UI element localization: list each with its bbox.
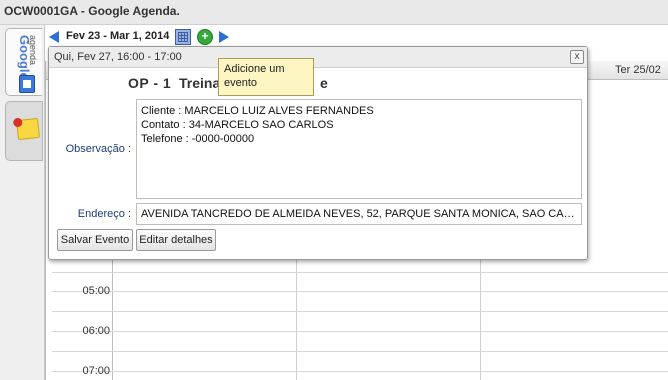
endereco-value: AVENIDA TANCREDO DE ALMEIDA NEVES, 52, P…	[141, 208, 582, 220]
day-header-tue[interactable]: Ter 25/02	[615, 64, 661, 76]
endereco-label: Endereço :	[77, 208, 131, 220]
hour-line	[52, 272, 668, 273]
left-sidebar: Google agenda	[0, 25, 45, 380]
calendar-toolbar: Fev 23 - Mar 1, 2014 +	[45, 25, 668, 47]
save-event-button[interactable]: Salvar Evento	[57, 229, 133, 251]
observacao-line: Contato : 34-MARCELO SAO CARLOS	[141, 119, 334, 131]
window-title: OCW0001GA - Google Agenda.	[4, 4, 180, 18]
half-hour-line	[52, 291, 668, 292]
event-code: OP - 1	[128, 75, 172, 91]
hour-label: 05:00	[82, 285, 110, 297]
hour-line	[52, 311, 668, 312]
arrow-right-icon[interactable]	[219, 31, 229, 43]
edit-details-button[interactable]: Editar detalhes	[136, 229, 216, 251]
calendar-icon	[19, 75, 35, 93]
event-popup: Qui, Fev 27, 16:00 - 17:00 x OP - 1 Trei…	[48, 46, 588, 260]
calendar-grid-icon[interactable]	[175, 29, 191, 45]
agenda-logo-label: agenda	[28, 35, 38, 66]
date-range-label: Fev 23 - Mar 1, 2014	[66, 30, 170, 42]
observacao-line: Cliente : MARCELO LUIZ ALVES FERNANDES	[141, 105, 374, 117]
half-hour-line	[52, 371, 668, 372]
half-hour-line	[52, 331, 668, 332]
endereco-field[interactable]: AVENIDA TANCREDO DE ALMEIDA NEVES, 52, P…	[136, 203, 582, 225]
observacao-field[interactable]: Cliente : MARCELO LUIZ ALVES FERNANDES C…	[136, 99, 582, 199]
event-datetime: Qui, Fev 27, 16:00 - 17:00	[54, 51, 182, 63]
sidebar-tab-notes[interactable]	[5, 101, 43, 161]
hour-line	[52, 351, 668, 352]
event-popup-header: Qui, Fev 27, 16:00 - 17:00 x	[49, 47, 587, 68]
observacao-line: Telefone : -0000-00000	[141, 133, 255, 145]
arrow-left-icon[interactable]	[49, 31, 59, 43]
sticky-note-icon	[16, 117, 40, 141]
hour-label: 06:00	[82, 325, 110, 337]
sidebar-tab-agenda[interactable]: Google agenda	[5, 28, 42, 96]
add-event-tooltip: Adicione um evento	[218, 58, 314, 96]
window-titlebar: OCW0001GA - Google Agenda.	[0, 0, 668, 25]
event-title-tail: e	[320, 75, 328, 91]
observacao-label: Observação :	[65, 143, 131, 155]
close-icon[interactable]: x	[570, 50, 584, 64]
event-title: Treina	[179, 75, 221, 91]
hour-label: 07:00	[82, 365, 110, 377]
add-event-icon[interactable]: +	[197, 29, 213, 45]
